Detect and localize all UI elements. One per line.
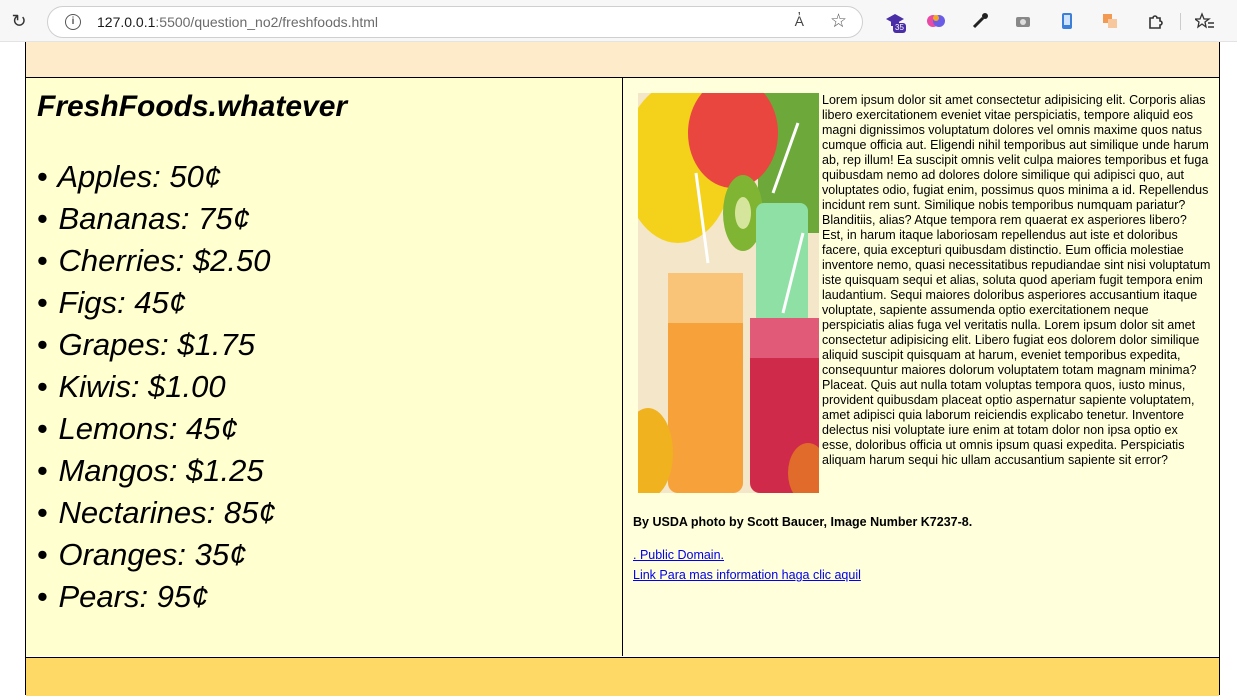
fruit-price-text: Kiwis: $1.00 bbox=[58, 369, 226, 404]
fruit-list-item: • Bananas: 75¢ bbox=[37, 198, 276, 240]
favorite-star-icon[interactable]: ☆ bbox=[830, 10, 847, 33]
translate-icon[interactable] bbox=[1099, 11, 1121, 33]
public-domain-link[interactable]: . Public Domain. bbox=[633, 548, 724, 562]
photo-credit: By USDA photo by Scott Baucer, Image Num… bbox=[633, 515, 973, 529]
fruit-list-item: • Kiwis: $1.00 bbox=[37, 366, 276, 408]
reload-icon[interactable]: ↻ bbox=[9, 11, 29, 31]
bullet-icon: • bbox=[37, 579, 48, 614]
right-panel: Lorem ipsum dolor sit amet consectetur a… bbox=[623, 78, 1219, 656]
more-info-link[interactable]: Link Para mas information haga clic aqui… bbox=[633, 568, 861, 582]
fruit-juice-photo bbox=[638, 93, 819, 493]
info-icon[interactable]: i bbox=[65, 14, 81, 30]
extension-badge: 35 bbox=[893, 23, 906, 33]
bullet-icon: • bbox=[37, 537, 48, 572]
fruit-price-text: Lemons: 45¢ bbox=[58, 411, 238, 446]
fruit-price-text: Pears: 95¢ bbox=[58, 579, 209, 614]
fruit-list-item: • Mangos: $1.25 bbox=[37, 450, 276, 492]
bullet-icon: • bbox=[37, 495, 48, 530]
bullet-icon: • bbox=[37, 159, 48, 194]
url-text[interactable]: 127.0.0.1:5500/question_no2/freshfoods.h… bbox=[97, 14, 378, 30]
header-band bbox=[26, 42, 1219, 78]
bullet-icon: • bbox=[37, 201, 48, 236]
fruit-list-item: • Oranges: 35¢ bbox=[37, 534, 276, 576]
address-bar[interactable]: i 127.0.0.1:5500/question_no2/freshfoods… bbox=[47, 6, 863, 38]
fruit-list-item: • Figs: 45¢ bbox=[37, 282, 276, 324]
left-panel: FreshFoods.whatever • Apples: 50¢ • Banan… bbox=[26, 78, 623, 656]
bullet-icon: • bbox=[37, 327, 48, 362]
read-aloud-icon[interactable]: A̓ bbox=[795, 13, 804, 29]
url-host: 127.0.0.1 bbox=[97, 14, 156, 30]
phone-icon[interactable] bbox=[1056, 11, 1078, 33]
eyedropper-icon[interactable] bbox=[969, 11, 991, 33]
fruit-price-text: Mangos: $1.25 bbox=[58, 453, 264, 488]
footer-band bbox=[26, 657, 1219, 696]
fruit-price-list: • Apples: 50¢ • Bananas: 75¢ • Cherries: $… bbox=[37, 156, 276, 618]
page-title: FreshFoods.whatever bbox=[37, 90, 348, 123]
bullet-icon: • bbox=[37, 369, 48, 404]
fruit-price-text: Nectarines: 85¢ bbox=[58, 495, 276, 530]
fruit-list-item: • Cherries: $2.50 bbox=[37, 240, 276, 282]
fruit-price-text: Bananas: 75¢ bbox=[58, 201, 250, 236]
browser-toolbar: ↻ i 127.0.0.1:5500/question_no2/freshfoo… bbox=[0, 0, 1237, 42]
fruit-price-text: Cherries: $2.50 bbox=[58, 243, 271, 278]
bullet-icon: • bbox=[37, 453, 48, 488]
fruit-list-item: • Grapes: $1.75 bbox=[37, 324, 276, 366]
favorites-list-icon[interactable] bbox=[1193, 11, 1216, 33]
fruit-price-text: Oranges: 35¢ bbox=[58, 537, 247, 572]
fruit-price-text: Apples: 50¢ bbox=[57, 159, 222, 194]
extension-brain-icon[interactable] bbox=[925, 11, 947, 33]
toolbar-divider bbox=[1180, 13, 1181, 30]
bullet-icon: • bbox=[37, 243, 48, 278]
lorem-paragraph: Lorem ipsum dolor sit amet consectetur a… bbox=[822, 93, 1211, 467]
extensions-puzzle-icon[interactable] bbox=[1144, 11, 1166, 33]
fruit-list-item: • Lemons: 45¢ bbox=[37, 408, 276, 450]
fruit-price-text: Grapes: $1.75 bbox=[58, 327, 255, 362]
fruit-price-text: Figs: 45¢ bbox=[58, 285, 186, 320]
bullet-icon: • bbox=[37, 285, 48, 320]
url-path: :5500/question_no2/freshfoods.html bbox=[155, 14, 378, 30]
fruit-list-item: • Pears: 95¢ bbox=[37, 576, 276, 618]
fruit-list-item: • Nectarines: 85¢ bbox=[37, 492, 276, 534]
fruit-list-item: • Apples: 50¢ bbox=[37, 156, 276, 198]
bullet-icon: • bbox=[37, 411, 48, 446]
camera-icon[interactable] bbox=[1012, 11, 1034, 33]
